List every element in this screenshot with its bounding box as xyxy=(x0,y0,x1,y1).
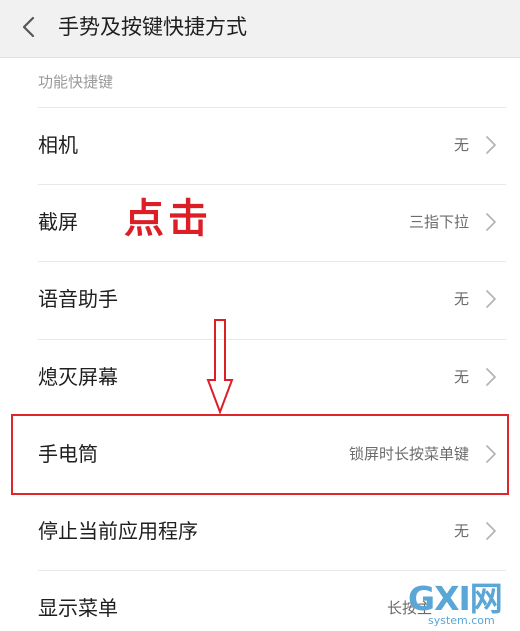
setting-value: 无 xyxy=(453,136,469,154)
setting-label: 相机 xyxy=(38,133,78,157)
divider xyxy=(38,184,506,185)
chevron-right-icon xyxy=(486,213,496,231)
setting-row-voice-assistant[interactable]: 语音助手 无 xyxy=(0,261,520,337)
setting-label: 熄灭屏幕 xyxy=(38,365,118,389)
chevron-right-icon xyxy=(486,136,496,154)
setting-value: 无 xyxy=(453,522,469,540)
divider xyxy=(38,261,506,262)
divider xyxy=(38,107,506,108)
setting-row-screen-off[interactable]: 熄灭屏幕 无 xyxy=(0,339,520,415)
setting-label: 显示菜单 xyxy=(38,596,118,620)
chevron-right-icon xyxy=(486,368,496,386)
annotation-label: 点击 xyxy=(124,195,212,242)
setting-row-camera[interactable]: 相机 无 xyxy=(0,107,520,183)
setting-row-stop-app[interactable]: 停止当前应用程序 无 xyxy=(0,493,520,569)
setting-value: 三指下拉 xyxy=(408,213,469,231)
watermark-brand: GXI网 xyxy=(408,579,503,618)
setting-label: 语音助手 xyxy=(38,287,118,311)
setting-value: 无 xyxy=(453,290,469,308)
setting-label: 截屏 xyxy=(38,210,78,234)
title-bar: 手势及按键快捷方式 xyxy=(0,0,520,58)
divider xyxy=(38,339,506,340)
watermark: GXI网 system.com xyxy=(408,580,520,631)
chevron-right-icon xyxy=(486,522,496,540)
back-button[interactable] xyxy=(14,10,44,44)
section-header: 功能快捷键 xyxy=(38,73,114,91)
settings-page: 手势及按键快捷方式 功能快捷键 相机 无 截屏 三指下拉 语音助手 无 熄灭屏幕… xyxy=(0,0,520,631)
chevron-left-icon xyxy=(22,16,35,38)
setting-value: 无 xyxy=(453,368,469,386)
chevron-right-icon xyxy=(486,290,496,308)
divider xyxy=(38,570,506,571)
highlight-box xyxy=(11,414,509,495)
down-arrow-icon xyxy=(206,319,234,414)
page-title: 手势及按键快捷方式 xyxy=(58,15,247,39)
setting-row-screenshot[interactable]: 截屏 三指下拉 xyxy=(0,184,520,260)
watermark-domain: system.com xyxy=(428,614,495,627)
setting-label: 停止当前应用程序 xyxy=(38,519,198,543)
